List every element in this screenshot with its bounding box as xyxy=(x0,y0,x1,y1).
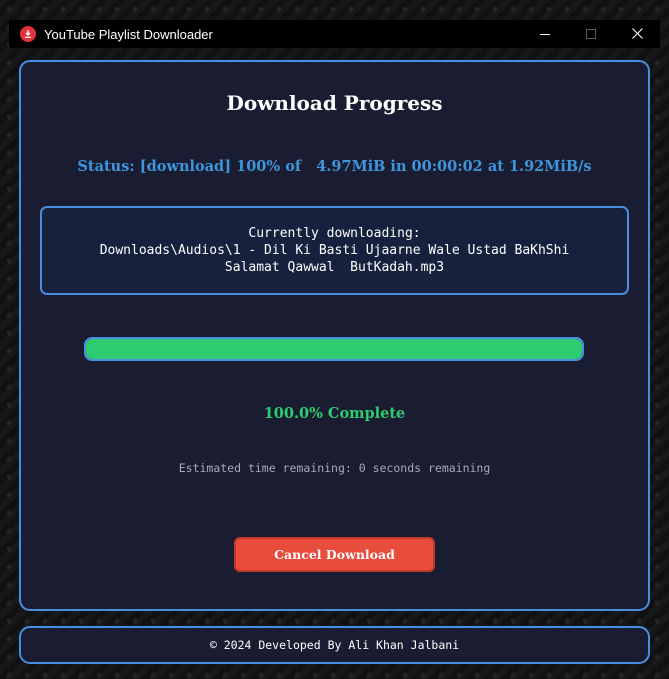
cancel-download-button[interactable]: Cancel Download xyxy=(234,537,435,572)
window-title: YouTube Playlist Downloader xyxy=(44,26,213,42)
status-text: Status: [download] 100% of 4.97MiB in 00… xyxy=(77,158,592,175)
title-bar: YouTube Playlist Downloader xyxy=(9,20,660,48)
close-icon xyxy=(631,27,643,42)
progress-bar xyxy=(84,337,584,361)
progress-panel: Download Progress Status: [download] 100… xyxy=(19,60,650,611)
download-icon xyxy=(20,26,36,42)
current-file-box: Currently downloading: Downloads\Audios\… xyxy=(40,206,629,295)
close-button[interactable] xyxy=(614,20,660,48)
current-file-path: Downloads\Audios\1 - Dil Ki Basti Ujaarn… xyxy=(99,243,570,258)
footer-text: © 2024 Developed By Ali Khan Jalbani xyxy=(209,638,460,652)
minimize-button[interactable] xyxy=(522,20,568,48)
current-file-name: Salamat Qawwal ButKadah.mp3 xyxy=(224,260,445,275)
maximize-button[interactable] xyxy=(568,20,614,48)
maximize-icon xyxy=(586,27,596,42)
complete-text: 100.0% Complete xyxy=(263,405,406,422)
current-file-label: Currently downloading: xyxy=(248,226,421,241)
page-title: Download Progress xyxy=(226,91,443,115)
minimize-icon xyxy=(540,27,550,42)
progress-bar-fill xyxy=(86,339,582,359)
eta-text: Estimated time remaining: 0 seconds rema… xyxy=(178,461,491,475)
footer: © 2024 Developed By Ali Khan Jalbani xyxy=(19,626,650,664)
